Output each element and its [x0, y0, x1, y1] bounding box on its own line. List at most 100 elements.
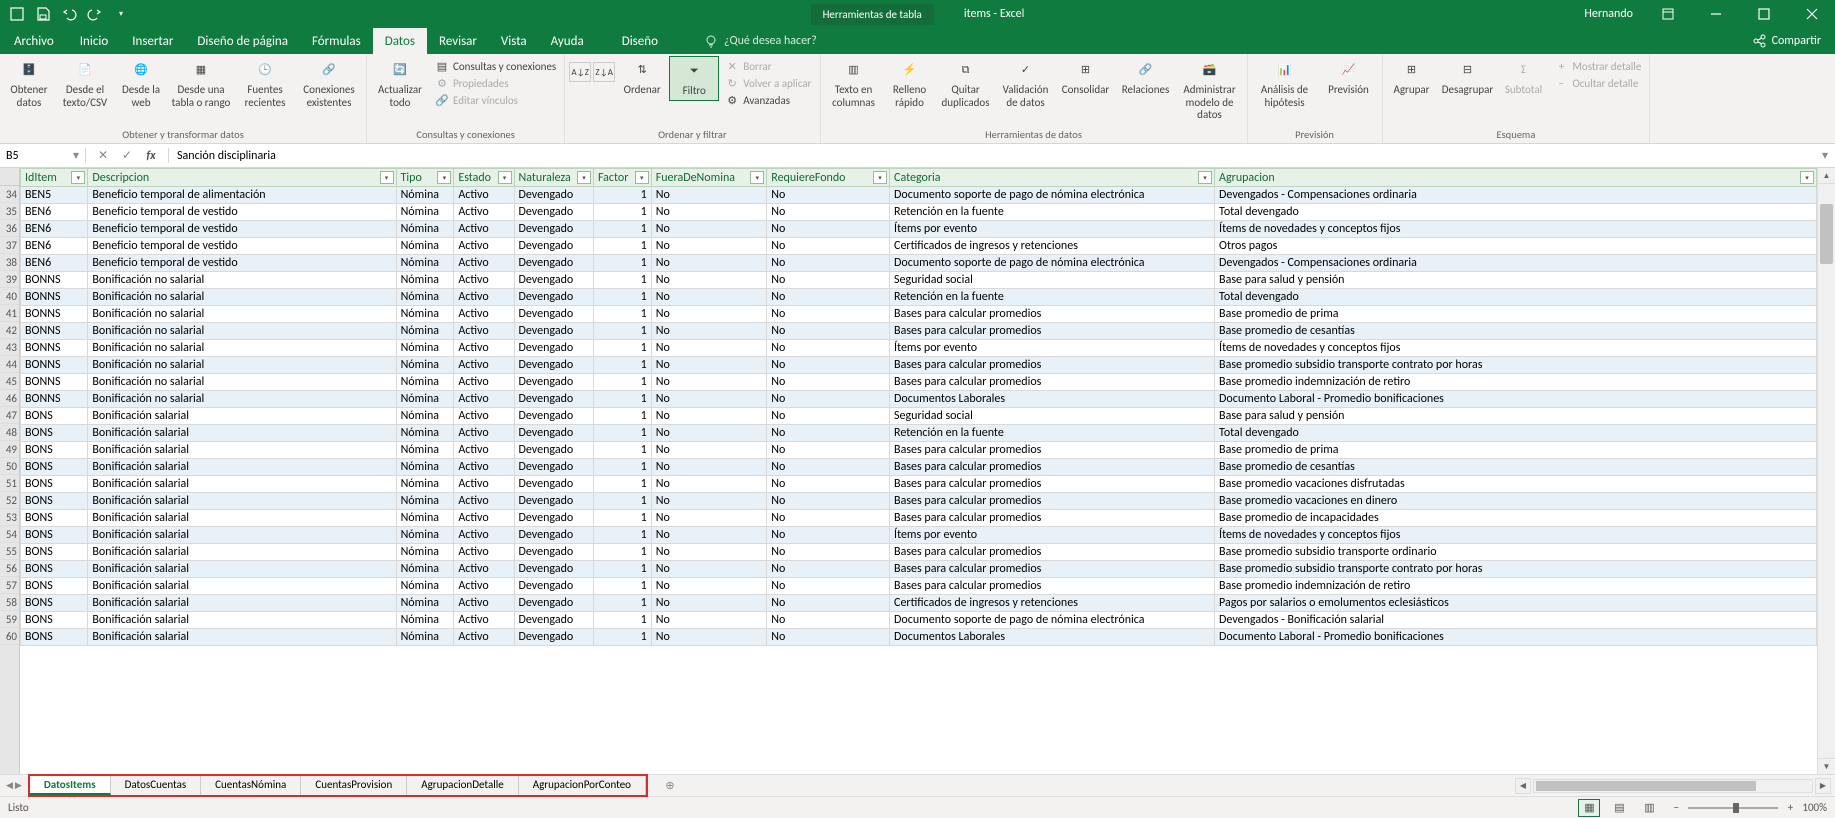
- cell[interactable]: Bonificación salarial: [88, 578, 396, 595]
- cell[interactable]: No: [651, 595, 767, 612]
- cell[interactable]: Documentos Laborales: [890, 629, 1215, 646]
- zoom-out-button[interactable]: −: [1668, 801, 1684, 814]
- cell[interactable]: Devengado: [514, 408, 593, 425]
- chevron-down-icon[interactable]: ▾: [73, 148, 79, 163]
- cell[interactable]: Activo: [454, 289, 514, 306]
- table-row[interactable]: BEN6Beneficio temporal de vestidoNóminaA…: [21, 255, 1817, 272]
- row-header[interactable]: 53: [0, 509, 19, 526]
- table-row[interactable]: BONSBonificación salarialNóminaActivoDev…: [21, 408, 1817, 425]
- table-row[interactable]: BONSBonificación salarialNóminaActivoDev…: [21, 595, 1817, 612]
- cell[interactable]: No: [651, 204, 767, 221]
- row-header[interactable]: 47: [0, 407, 19, 424]
- cell[interactable]: No: [767, 629, 890, 646]
- filter-dropdown-icon[interactable]: ▾: [437, 171, 451, 184]
- cell[interactable]: BONNS: [21, 289, 88, 306]
- cell[interactable]: 1: [593, 442, 651, 459]
- cell[interactable]: Activo: [454, 408, 514, 425]
- cell[interactable]: Devengado: [514, 527, 593, 544]
- cell[interactable]: Ítems de novedades y conceptos fijos: [1215, 221, 1817, 238]
- cell[interactable]: Beneficio temporal de vestido: [88, 204, 396, 221]
- zoom-in-button[interactable]: +: [1782, 801, 1798, 814]
- cell[interactable]: Base promedio subsidio transporte contra…: [1215, 357, 1817, 374]
- cell[interactable]: Activo: [454, 221, 514, 238]
- table-row[interactable]: BONNSBonificación no salarialNóminaActiv…: [21, 357, 1817, 374]
- cell[interactable]: No: [651, 544, 767, 561]
- queries-connections-button[interactable]: ▤Consultas y conexiones: [431, 58, 560, 74]
- table-row[interactable]: BONNSBonificación no salarialNóminaActiv…: [21, 340, 1817, 357]
- cell[interactable]: 1: [593, 459, 651, 476]
- cell[interactable]: Documento Laboral - Promedio bonificacio…: [1215, 391, 1817, 408]
- cell[interactable]: Base promedio vacaciones en dinero: [1215, 493, 1817, 510]
- cell[interactable]: BEN6: [21, 204, 88, 221]
- cell[interactable]: Devengado: [514, 442, 593, 459]
- cell[interactable]: No: [767, 204, 890, 221]
- cell[interactable]: Bonificación salarial: [88, 408, 396, 425]
- cell[interactable]: Base promedio de prima: [1215, 306, 1817, 323]
- select-all-corner[interactable]: [0, 168, 19, 186]
- row-header[interactable]: 39: [0, 271, 19, 288]
- cell[interactable]: 1: [593, 272, 651, 289]
- table-row[interactable]: BONSBonificación salarialNóminaActivoDev…: [21, 544, 1817, 561]
- cell[interactable]: Nómina: [396, 595, 454, 612]
- data-table[interactable]: IdItem▾Descripcion▾Tipo▾Estado▾Naturalez…: [20, 168, 1817, 646]
- cell[interactable]: Devengados - Bonificación salarial: [1215, 612, 1817, 629]
- table-row[interactable]: BEN6Beneficio temporal de vestidoNóminaA…: [21, 204, 1817, 221]
- cell[interactable]: Beneficio temporal de vestido: [88, 221, 396, 238]
- cell[interactable]: Nómina: [396, 578, 454, 595]
- table-row[interactable]: BONNSBonificación no salarialNóminaActiv…: [21, 323, 1817, 340]
- share-button[interactable]: Compartir: [1738, 28, 1835, 54]
- cell[interactable]: 1: [593, 204, 651, 221]
- cell[interactable]: 1: [593, 340, 651, 357]
- cell[interactable]: Ítems por evento: [890, 340, 1215, 357]
- cell[interactable]: Devengado: [514, 204, 593, 221]
- table-row[interactable]: BONSBonificación salarialNóminaActivoDev…: [21, 510, 1817, 527]
- cell[interactable]: BONS: [21, 408, 88, 425]
- row-header[interactable]: 48: [0, 424, 19, 441]
- cell[interactable]: Activo: [454, 544, 514, 561]
- row-header[interactable]: 55: [0, 543, 19, 560]
- cell[interactable]: Activo: [454, 612, 514, 629]
- ribbon-tab-ayuda[interactable]: Ayuda: [539, 28, 596, 54]
- cell[interactable]: Total devengado: [1215, 204, 1817, 221]
- table-row[interactable]: BONSBonificación salarialNóminaActivoDev…: [21, 442, 1817, 459]
- scroll-down-icon[interactable]: ▼: [1818, 758, 1835, 774]
- cell[interactable]: No: [767, 340, 890, 357]
- table-row[interactable]: BEN6Beneficio temporal de vestidoNóminaA…: [21, 221, 1817, 238]
- cell[interactable]: Activo: [454, 272, 514, 289]
- cell[interactable]: Nómina: [396, 357, 454, 374]
- cell[interactable]: Devengados - Compensaciones ordinaria: [1215, 187, 1817, 204]
- cell[interactable]: 1: [593, 408, 651, 425]
- cell[interactable]: BONNS: [21, 357, 88, 374]
- cell[interactable]: BONS: [21, 510, 88, 527]
- column-header-fueradenomina[interactable]: FueraDeNomina▾: [651, 169, 767, 187]
- cell[interactable]: Devengado: [514, 374, 593, 391]
- row-header[interactable]: 52: [0, 492, 19, 509]
- cell[interactable]: Devengado: [514, 238, 593, 255]
- cell[interactable]: Bonificación salarial: [88, 595, 396, 612]
- cell[interactable]: No: [651, 391, 767, 408]
- scroll-thumb[interactable]: [1820, 204, 1833, 264]
- cell[interactable]: No: [767, 578, 890, 595]
- cell[interactable]: Otros pagos: [1215, 238, 1817, 255]
- cell[interactable]: Activo: [454, 459, 514, 476]
- cell[interactable]: No: [767, 544, 890, 561]
- cell[interactable]: No: [651, 425, 767, 442]
- scroll-left-icon[interactable]: ◀: [1515, 778, 1531, 794]
- cell[interactable]: 1: [593, 629, 651, 646]
- cell[interactable]: Devengado: [514, 561, 593, 578]
- cell[interactable]: No: [651, 442, 767, 459]
- whatif-button[interactable]: 📊Análisis de hipótesis: [1252, 56, 1318, 111]
- cell[interactable]: Bonificación no salarial: [88, 289, 396, 306]
- cell[interactable]: Activo: [454, 561, 514, 578]
- cell[interactable]: Devengado: [514, 391, 593, 408]
- filter-button[interactable]: ⏷Filtro: [669, 56, 719, 101]
- cell[interactable]: BONNS: [21, 374, 88, 391]
- cell[interactable]: Ítems por evento: [890, 527, 1215, 544]
- cell[interactable]: Bonificación salarial: [88, 459, 396, 476]
- flash-fill-button[interactable]: ⚡Relleno rápido: [885, 56, 935, 111]
- cell[interactable]: 1: [593, 527, 651, 544]
- data-validation-button[interactable]: ✓Validación de datos: [997, 56, 1055, 111]
- cell[interactable]: BONS: [21, 578, 88, 595]
- cell[interactable]: Base promedio de cesantías: [1215, 323, 1817, 340]
- cell[interactable]: No: [651, 527, 767, 544]
